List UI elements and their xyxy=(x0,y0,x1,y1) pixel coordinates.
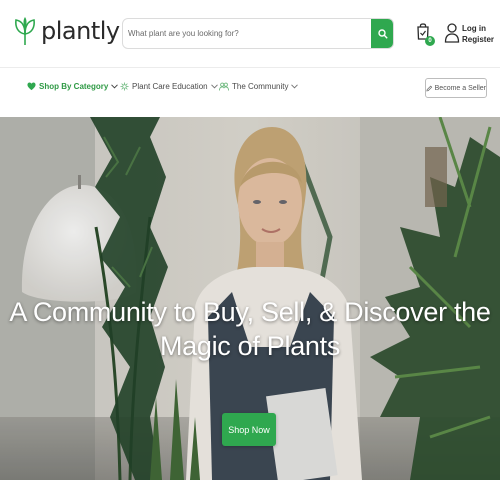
nav-item-label: Shop By Category xyxy=(39,82,109,91)
hero-headline-line-2: Magic of Plants xyxy=(159,331,341,361)
nav-item-label: Plant Care Education xyxy=(132,82,208,91)
heart-icon xyxy=(27,82,36,91)
search-input[interactable] xyxy=(123,19,373,48)
shop-now-button[interactable]: Shop Now xyxy=(222,413,276,446)
chevron-down-icon xyxy=(210,84,218,89)
cart-count-badge: 0 xyxy=(425,36,435,46)
auth-links: Log in Register xyxy=(462,23,494,45)
people-icon xyxy=(219,82,229,91)
site-header: plantly 0 Log in Register xyxy=(0,0,500,68)
become-seller-label: Become a Seller xyxy=(434,84,486,92)
nav-item-shop-by-category[interactable]: Shop By Category xyxy=(27,82,121,91)
brand-name: plantly xyxy=(41,17,120,45)
nav-item-plant-care-education[interactable]: Plant Care Education xyxy=(120,82,221,91)
brand-logo[interactable]: plantly xyxy=(14,16,120,46)
become-seller-button[interactable]: Become a Seller xyxy=(425,78,487,98)
chevron-down-icon xyxy=(111,84,119,89)
nav-item-label: The Community xyxy=(232,82,289,91)
user-icon[interactable] xyxy=(444,22,460,44)
login-link[interactable]: Log in xyxy=(462,23,494,34)
leaf-logo-icon xyxy=(15,17,35,46)
pencil-icon xyxy=(426,85,433,91)
chevron-down-icon xyxy=(291,84,299,89)
search-icon xyxy=(377,28,388,39)
hero-headline-line-1: A Community to Buy, Sell, & Discover the xyxy=(9,297,491,327)
search-button[interactable] xyxy=(371,19,393,48)
hero-banner: A Community to Buy, Sell, & Discover the… xyxy=(0,117,500,480)
hero-headline: A Community to Buy, Sell, & Discover the… xyxy=(0,295,500,363)
search-bar xyxy=(122,18,394,49)
register-link[interactable]: Register xyxy=(462,34,494,45)
nav-item-the-community[interactable]: The Community xyxy=(219,82,301,91)
sprout-icon xyxy=(120,82,129,91)
cart-button[interactable]: 0 xyxy=(416,22,435,46)
